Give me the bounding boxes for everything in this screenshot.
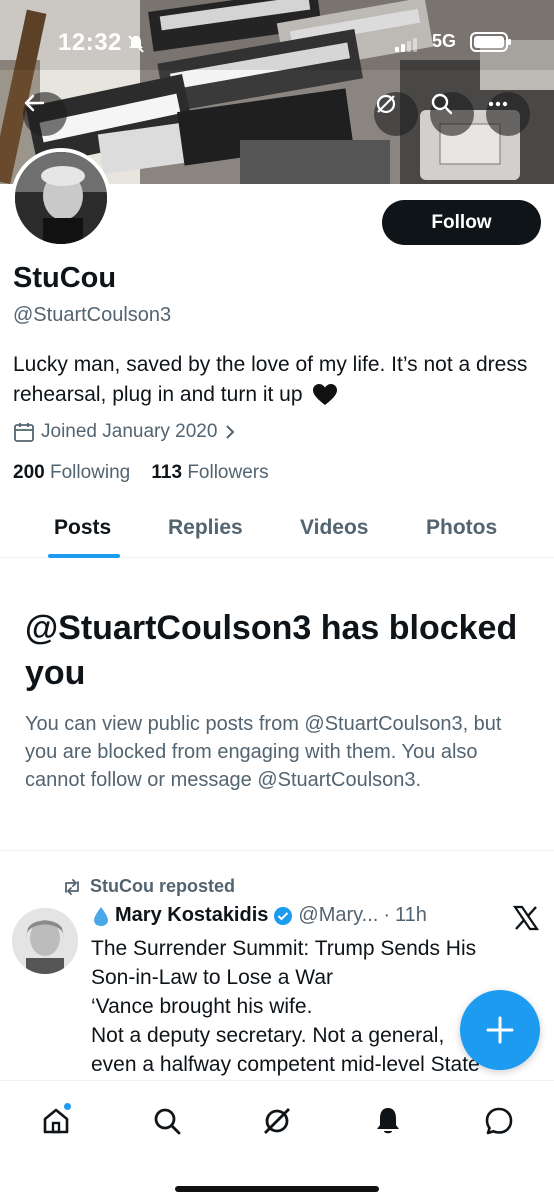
droplet-icon <box>94 906 108 926</box>
mute-bell-icon <box>128 35 144 53</box>
following-link[interactable]: 200 Following <box>13 462 130 483</box>
calendar-icon <box>14 423 34 442</box>
chevron-right-icon <box>226 425 235 439</box>
follow-counts: 200 Following 113 Followers <box>13 462 269 484</box>
notifications-icon <box>377 1108 399 1134</box>
tab-replies[interactable]: Replies <box>168 516 243 540</box>
nav-home[interactable] <box>36 1101 76 1141</box>
avatar-image <box>15 152 107 244</box>
followers-count: 113 <box>151 462 183 483</box>
grok-button[interactable] <box>374 92 418 136</box>
home-indicator <box>175 1186 379 1192</box>
status-time: 12:32 <box>58 29 122 56</box>
profile-avatar[interactable] <box>11 148 111 248</box>
profile-handle: @StuartCoulson3 <box>13 304 172 326</box>
more-icon <box>488 101 508 107</box>
active-tab-indicator <box>48 554 120 558</box>
status-bar: 12:32 5G <box>0 0 554 80</box>
tab-videos[interactable]: Videos <box>300 516 368 540</box>
following-count: 200 <box>13 462 45 483</box>
messages-icon <box>485 1107 513 1135</box>
bottom-navigation <box>0 1080 554 1200</box>
tweet-line: Son-in-Law to Lose a War <box>91 966 334 989</box>
nav-notifications[interactable] <box>368 1101 408 1141</box>
compose-button[interactable] <box>460 990 540 1070</box>
repost-label: StuCou reposted <box>90 876 236 896</box>
back-arrow-icon <box>24 94 45 112</box>
blocked-description: You can view public posts from @StuartCo… <box>25 713 502 791</box>
follow-button[interactable]: Follow <box>382 200 541 245</box>
back-button[interactable] <box>23 92 67 136</box>
search-icon <box>431 93 453 115</box>
repost-indicator: StuCou reposted <box>62 876 235 897</box>
tweet-author-handle: @Mary... <box>298 904 379 926</box>
tweet-separator: · <box>383 904 390 926</box>
author-avatar-image <box>12 908 78 974</box>
tab-posts[interactable]: Posts <box>54 516 111 540</box>
tweet-body[interactable]: The Surrender Summit: Trump Sends His So… <box>91 934 531 1079</box>
following-label: Following <box>49 462 131 483</box>
nav-messages[interactable] <box>479 1101 519 1141</box>
home-notification-dot <box>63 1102 72 1111</box>
tab-photos[interactable]: Photos <box>426 516 497 540</box>
repost-icon <box>65 878 79 895</box>
joined-date[interactable]: Joined January 2020 <box>13 421 237 443</box>
profile-name: StuCou <box>13 262 117 294</box>
search-button[interactable] <box>430 92 474 136</box>
blocked-title: @StuartCoulson3 has blocked you <box>25 609 518 692</box>
tweet-header: Mary Kostakidis @Mary... · 11h <box>92 904 427 927</box>
verified-badge-icon <box>274 906 293 925</box>
tweet-line: The Surrender Summit: Trump Sends His <box>91 937 477 960</box>
profile-tabs: Posts Replies Videos Photos <box>0 500 554 558</box>
tweet-author-avatar[interactable] <box>12 908 78 974</box>
tweet-line: even a halfway competent mid-level State <box>91 1053 480 1076</box>
bio-text: Lucky man, saved by the love of my life.… <box>13 353 528 406</box>
battery-icon <box>470 32 511 52</box>
nav-search[interactable] <box>147 1101 187 1141</box>
more-button[interactable] <box>486 92 530 136</box>
nav-grok[interactable] <box>257 1101 297 1141</box>
divider <box>0 850 554 851</box>
network-type: 5G <box>432 31 457 51</box>
x-logo-icon <box>512 905 540 931</box>
search-icon <box>154 1108 181 1135</box>
black-heart-icon <box>313 384 338 406</box>
plus-icon <box>486 1016 514 1044</box>
tweet-time: 11h <box>395 904 427 926</box>
followers-label: Followers <box>187 462 269 483</box>
grok-icon <box>264 1108 290 1134</box>
followers-link[interactable]: 113 Followers <box>151 462 268 483</box>
grok-icon <box>376 94 396 114</box>
profile-bio: Lucky man, saved by the love of my life.… <box>13 350 533 410</box>
joined-label: Joined January 2020 <box>41 421 218 442</box>
signal-icon <box>395 38 417 52</box>
tweet-author-name[interactable]: Mary Kostakidis <box>115 904 268 927</box>
